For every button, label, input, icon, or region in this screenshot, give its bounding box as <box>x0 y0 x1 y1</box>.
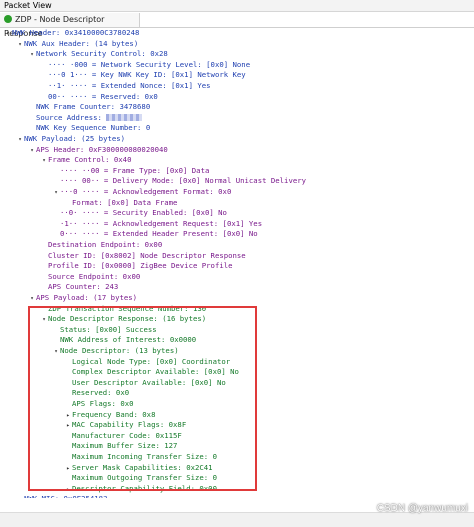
tree-row-label: Cluster ID: [0x8002] Node Descriptor Res… <box>48 250 246 260</box>
tree-row[interactable]: ▾ NWK Aux Header: (14 bytes) <box>16 39 138 50</box>
tree-row-label: Network Security Control: 0x28 <box>36 49 168 59</box>
tree-row-label: Frame Control: 0x40 <box>48 155 132 165</box>
tree-row[interactable]: ·Cluster ID: [0x8002] Node Descriptor Re… <box>40 251 246 262</box>
tree-row[interactable]: ·NWK Key Sequence Number: 0 <box>28 123 150 134</box>
tree-row[interactable]: ▾ ···0 ···· = Acknowledgement Format: 0x0 <box>52 187 231 198</box>
collapse-arrow-icon[interactable]: ▾ <box>40 156 48 167</box>
collapse-arrow-icon[interactable]: ▾ <box>28 146 36 157</box>
tree-row-label: APS Payload: (17 bytes) <box>36 293 138 302</box>
tree-row[interactable]: ·0··· ···· = Extended Header Present: [0… <box>52 229 258 240</box>
tree-row[interactable]: ▾ APS Payload: (17 bytes) <box>28 293 137 304</box>
tree-row[interactable]: ····· 00·· = Delivery Mode: [0x0] Normal… <box>52 176 306 187</box>
tree-row[interactable]: ·Destination Endpoint: 0x00 <box>40 240 162 251</box>
collapse-arrow-icon[interactable]: ▾ <box>16 40 24 51</box>
tree-row-label: Profile ID: [0x0000] ZigBee Device Profi… <box>48 261 233 271</box>
tree-row[interactable]: ····· ··00 = Frame Type: [0x0] Data <box>52 166 209 177</box>
tree-row-label: 00·· ···· = Reserved: 0x0 <box>48 91 158 101</box>
tree-row[interactable]: ▾ NWK Header: 0x3410000C3780248 <box>4 28 139 39</box>
spacer: · <box>16 495 24 498</box>
tree-row-label: NWK Payload: (25 bytes) <box>24 134 126 143</box>
tree-row[interactable]: ▾ Frame Control: 0x40 <box>40 155 131 166</box>
tree-row[interactable]: ·00·· ···· = Reserved: 0x0 <box>40 92 158 103</box>
watermark: CSDN @yanwumuxi <box>376 503 468 514</box>
tree-row-label: ···· ·000 = Network Security Level: [0x0… <box>48 59 251 69</box>
tree-row-label: NWK Key Sequence Number: 0 <box>36 123 151 133</box>
tree-row[interactable]: ····· ·000 = Network Security Level: [0x… <box>40 60 250 71</box>
tree-row-label: ··0· ···· = Security Enabled: [0x0] No <box>60 208 227 218</box>
tree-row[interactable]: ·Format: [0x0] Data Frame <box>64 198 177 209</box>
tab-zdp-node-descriptor-response[interactable]: ZDP - Node Descriptor Response <box>0 13 140 38</box>
collapse-arrow-icon[interactable]: ▾ <box>16 135 24 146</box>
tree-row[interactable]: ▾ Network Security Control: 0x28 <box>28 49 168 60</box>
collapse-arrow-icon[interactable]: ▾ <box>52 188 60 199</box>
tree-row-label: Format: [0x0] Data Frame <box>72 197 178 207</box>
tree-row-label: NWK Header: 0x3410000C3780248 <box>12 28 140 37</box>
tree-row-label: NWK Aux Header: (14 bytes) <box>24 38 139 48</box>
tree-row-label: NWK Frame Counter: 3478680 <box>36 102 151 112</box>
tree-row-label: APS Header: 0xF300000080020040 <box>36 144 168 154</box>
tree-row[interactable]: ····0 1··· = Key NWK Key ID: [0x1] Netwo… <box>40 70 246 81</box>
tree-row[interactable]: ···0· ···· = Security Enabled: [0x0] No <box>52 208 227 219</box>
tree-row-label: ·1·· ···· = Acknowledgement Request: [0x… <box>60 218 263 228</box>
tree-row[interactable]: ·Source Address: <box>28 112 143 124</box>
tree-row-label: Destination Endpoint: 0x00 <box>48 240 163 249</box>
tree-row[interactable]: ·APS Counter: 243 <box>40 282 118 293</box>
tree-row[interactable]: ·NWK MIC: 0x0E254183 <box>16 494 107 498</box>
window-title: Packet View <box>0 0 474 12</box>
tree-row-label: NWK MIC: 0x0E254183 <box>24 494 107 498</box>
tree-row-label: ···0 1··· = Key NWK Key ID: [0x1] Networ… <box>48 70 246 80</box>
zdp-status-icon <box>4 15 12 23</box>
tree-row[interactable]: ·Profile ID: [0x0000] ZigBee Device Prof… <box>40 261 233 272</box>
highlight-box <box>28 306 257 491</box>
collapse-arrow-icon[interactable]: ▾ <box>28 50 36 61</box>
horizontal-scrollbar[interactable] <box>0 512 474 527</box>
tree-row-label: 0··· ···· = Extended Header Present: [0x… <box>60 229 258 239</box>
collapse-arrow-icon[interactable]: ▾ <box>4 29 12 40</box>
tab-bar: ZDP - Node Descriptor Response <box>0 13 474 38</box>
tree-row[interactable]: ·Source Endpoint: 0x00 <box>40 272 140 283</box>
tree-row-label: Source Address: <box>36 112 107 122</box>
tree-row-label: Source Endpoint: 0x00 <box>48 271 141 281</box>
tree-row[interactable]: ··1·· ···· = Acknowledgement Request: [0… <box>52 219 262 230</box>
tree-row-label: ··1· ···· = Extended Nonce: [0x1] Yes <box>48 81 211 90</box>
tree-row-label: ···· ··00 = Frame Type: [0x0] Data <box>60 165 210 175</box>
tree-row[interactable]: ···1· ···· = Extended Nonce: [0x1] Yes <box>40 81 211 92</box>
collapse-arrow-icon[interactable]: ▾ <box>28 294 36 305</box>
tree-row-label: ···0 ···· = Acknowledgement Format: 0x0 <box>60 187 232 196</box>
tree-row[interactable]: ·NWK Frame Counter: 3478680 <box>28 102 150 113</box>
redacted-address <box>106 113 143 121</box>
tree-row-label: APS Counter: 243 <box>48 282 119 292</box>
tree-row[interactable]: ▾ APS Header: 0xF300000080020040 <box>28 145 168 156</box>
tree-row-label: ···· 00·· = Delivery Mode: [0x0] Normal … <box>60 176 307 186</box>
tree-row[interactable]: ▾ NWK Payload: (25 bytes) <box>16 134 125 145</box>
